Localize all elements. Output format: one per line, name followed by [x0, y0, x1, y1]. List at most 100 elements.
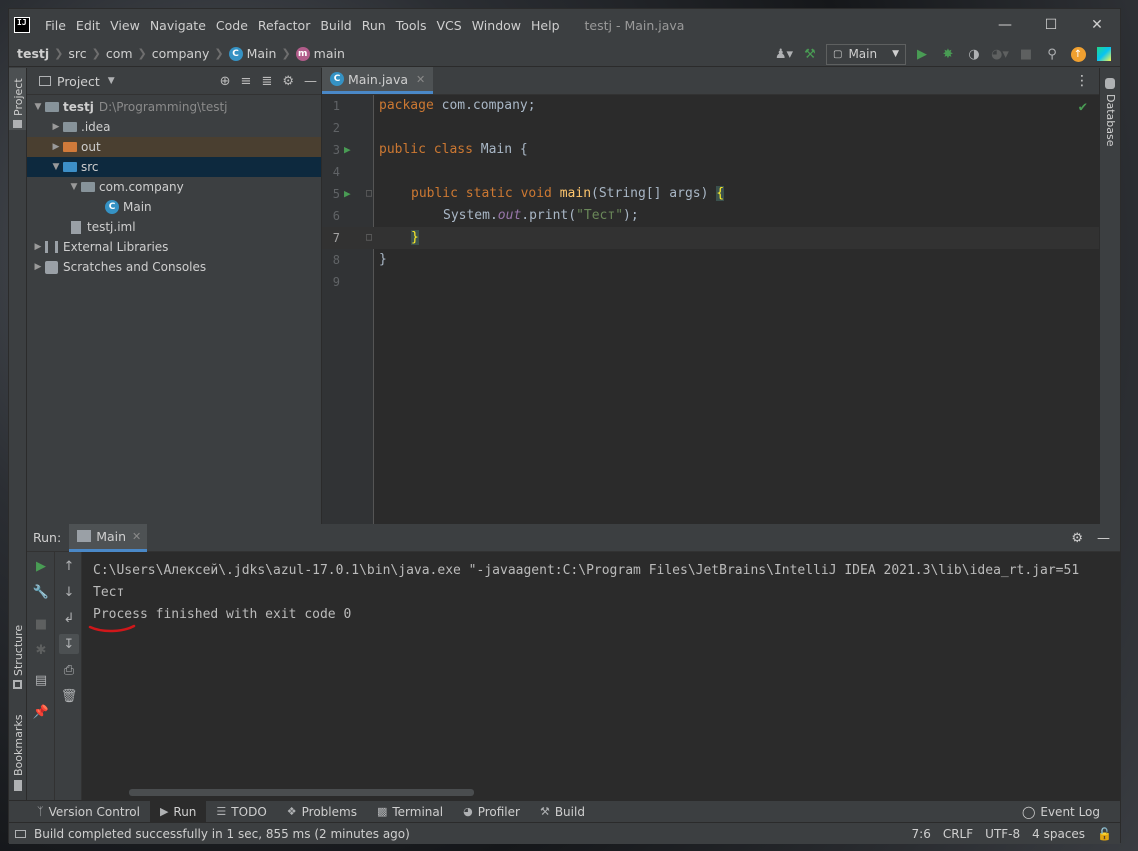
menu-tools[interactable]: Tools	[391, 18, 432, 33]
fold-icon[interactable]: □	[366, 227, 372, 249]
stop-icon[interactable]: ■	[31, 614, 51, 634]
tool-windows-icon[interactable]	[15, 829, 26, 838]
tree-item-idea[interactable]: ▶ .idea	[27, 117, 321, 137]
chevron-right-icon[interactable]: ▶	[49, 142, 63, 152]
close-icon[interactable]: ✕	[132, 530, 141, 543]
breadcrumb-com[interactable]: com	[106, 46, 133, 61]
run-tab-main[interactable]: Main ✕	[69, 523, 148, 552]
tree-item-scratches[interactable]: ▶ Scratches and Consoles	[27, 257, 321, 277]
caret-position[interactable]: 7:6	[912, 827, 931, 841]
tree-item-main[interactable]: C Main	[27, 197, 321, 217]
menu-vcs[interactable]: VCS	[432, 18, 467, 33]
chevron-down-icon[interactable]: ▼	[49, 162, 63, 172]
menu-navigate[interactable]: Navigate	[145, 18, 211, 33]
chevron-right-icon[interactable]: ▶	[49, 122, 63, 132]
tree-item-src[interactable]: ▼ src	[27, 157, 321, 177]
chevron-down-icon[interactable]: ▼	[67, 182, 81, 192]
run-configuration-select[interactable]: ▢ Main ▼	[826, 43, 906, 65]
tab-build[interactable]: ⚒ Build	[530, 801, 595, 823]
database-stripe-button[interactable]: Database	[1100, 76, 1120, 156]
profile-icon[interactable]: ◕▾	[990, 44, 1010, 64]
chevron-down-icon[interactable]: ▼	[31, 102, 45, 112]
chevron-right-icon[interactable]: ▶	[31, 242, 45, 252]
run-icon[interactable]: ▶	[912, 44, 932, 64]
tab-todo[interactable]: ☰ TODO	[206, 801, 276, 823]
print-icon[interactable]: ⎙	[59, 660, 79, 680]
gear-icon[interactable]: ⚙	[1071, 531, 1083, 546]
tree-item-testj[interactable]: ▼ testj D:\Programming\testj	[27, 97, 321, 117]
maximize-icon[interactable]: ☐	[1028, 9, 1074, 41]
line-separator[interactable]: CRLF	[943, 827, 973, 841]
menu-view[interactable]: View	[105, 18, 145, 33]
minimize-icon[interactable]: —	[982, 9, 1028, 41]
tab-main-java[interactable]: C Main.java ✕	[322, 67, 434, 94]
tab-profiler[interactable]: ◕ Profiler	[453, 801, 530, 823]
tree-item-com-company[interactable]: ▼ com.company	[27, 177, 321, 197]
menu-window[interactable]: Window	[467, 18, 526, 33]
search-icon[interactable]: ⚲	[1042, 44, 1062, 64]
project-panel-title[interactable]: Project	[57, 74, 100, 89]
event-log-button[interactable]: ◯ Event Log	[1022, 801, 1100, 823]
close-icon[interactable]: ✕	[1074, 9, 1120, 41]
status-message[interactable]: Build completed successfully in 1 sec, 8…	[15, 827, 410, 841]
dump-threads-icon[interactable]: ✱	[31, 640, 51, 660]
console-output[interactable]: C:\Users\Алексей\.jdks\azul-17.0.1\bin\j…	[88, 560, 1116, 633]
arrow-down-icon[interactable]: ↓	[59, 582, 79, 602]
tab-problems[interactable]: ❖ Problems	[277, 801, 367, 823]
breadcrumb-main-class[interactable]: C Main	[228, 46, 276, 61]
indent-setting[interactable]: 4 spaces	[1032, 827, 1085, 841]
breadcrumb-src[interactable]: src	[68, 46, 86, 61]
layout-icon[interactable]: ▤	[31, 670, 51, 690]
hide-icon[interactable]: —	[1097, 531, 1110, 546]
code-area[interactable]: ✔ 1 package com.company; 2 3 ▶ public cl…	[322, 95, 1099, 524]
locate-icon[interactable]: ⊕	[220, 74, 231, 89]
project-stripe-button[interactable]: Project	[9, 68, 26, 130]
menu-code[interactable]: Code	[211, 18, 253, 33]
chevron-right-icon[interactable]: ▶	[31, 262, 45, 272]
breadcrumb-project[interactable]: testj	[17, 46, 49, 61]
soft-wrap-icon[interactable]: ↲	[59, 608, 79, 628]
menu-build[interactable]: Build	[315, 18, 356, 33]
lock-icon[interactable]: 🔓	[1097, 827, 1112, 841]
tree-item-out[interactable]: ▶ out	[27, 137, 321, 157]
run-method-icon[interactable]: ▶	[344, 183, 351, 205]
build-hammer-icon[interactable]: ⚒	[800, 44, 820, 64]
breadcrumb-company[interactable]: company	[152, 46, 210, 61]
tab-terminal[interactable]: ▩ Terminal	[367, 801, 453, 823]
horizontal-scrollbar[interactable]	[129, 789, 474, 796]
trash-icon[interactable]: 🗑	[59, 686, 79, 706]
update-icon[interactable]: ↑	[1068, 44, 1088, 64]
debug-icon[interactable]: ✸	[938, 44, 958, 64]
tab-run[interactable]: ▶ Run	[149, 800, 207, 823]
pin-icon[interactable]: 📌	[31, 702, 51, 722]
breadcrumb-main-method[interactable]: m main	[295, 46, 345, 61]
menu-file[interactable]: File	[40, 18, 71, 33]
user-icon[interactable]: ♟▾	[774, 44, 794, 64]
coverage-icon[interactable]: ◑	[964, 44, 984, 64]
tree-item-testj-iml[interactable]: testj.iml	[27, 217, 321, 237]
tab-version-control[interactable]: ᛉ Version Control	[27, 801, 150, 823]
arrow-up-icon[interactable]: ↑	[59, 556, 79, 576]
bookmarks-stripe-button[interactable]: Bookmarks	[9, 714, 26, 794]
file-encoding[interactable]: UTF-8	[985, 827, 1020, 841]
collapse-all-icon[interactable]: ≣	[261, 74, 272, 89]
run-class-icon[interactable]: ▶	[344, 139, 351, 161]
structure-stripe-button[interactable]: Structure	[9, 624, 26, 694]
jetbrains-toolbox-icon[interactable]	[1094, 44, 1114, 64]
menu-run[interactable]: Run	[357, 18, 391, 33]
gear-icon[interactable]: ⚙	[282, 74, 294, 89]
fold-icon[interactable]: □	[366, 183, 372, 205]
menu-edit[interactable]: Edit	[71, 18, 105, 33]
hide-icon[interactable]: —	[304, 74, 317, 89]
tree-item-external-libraries[interactable]: ▶ External Libraries	[27, 237, 321, 257]
stop-icon[interactable]: ■	[1016, 44, 1036, 64]
rerun-icon[interactable]: ▶	[31, 556, 51, 576]
menu-refactor[interactable]: Refactor	[253, 18, 315, 33]
scroll-to-end-icon[interactable]: ↧	[59, 634, 79, 654]
menu-help[interactable]: Help	[526, 18, 565, 33]
wrench-icon[interactable]: 🔧	[31, 582, 51, 602]
chevron-down-icon[interactable]: ▼	[108, 76, 115, 86]
more-options-icon[interactable]: ⋮	[1075, 73, 1089, 89]
close-icon[interactable]: ✕	[416, 73, 425, 86]
expand-all-icon[interactable]: ≡	[241, 74, 252, 89]
